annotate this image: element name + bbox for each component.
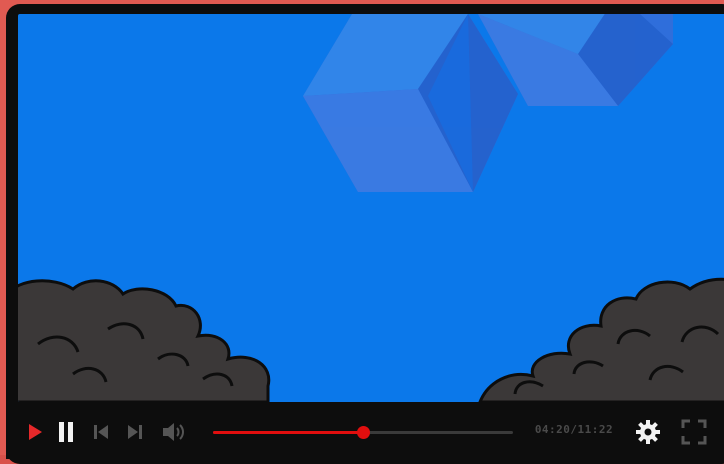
previous-button[interactable] (90, 421, 112, 443)
gear-icon (636, 420, 660, 444)
play-button[interactable] (24, 421, 46, 443)
progress-bar[interactable] (213, 426, 513, 439)
skip-previous-icon (94, 425, 108, 439)
volume-button[interactable] (160, 419, 188, 445)
play-icon (29, 424, 42, 440)
video-frame-artwork (18, 14, 724, 402)
skip-next-icon (128, 425, 142, 439)
next-button[interactable] (124, 421, 146, 443)
pause-button[interactable] (55, 420, 77, 444)
smoke-cloud-right (478, 277, 724, 402)
control-bar: 04:20/11:22 (6, 404, 724, 459)
settings-button[interactable] (634, 418, 662, 446)
pause-icon (59, 422, 73, 442)
crystal-shape (303, 14, 518, 192)
progress-handle[interactable] (357, 426, 370, 439)
video-screen[interactable] (18, 14, 724, 402)
fullscreen-button[interactable] (680, 418, 708, 446)
fullscreen-icon (681, 419, 707, 445)
volume-icon (163, 423, 184, 441)
smoke-cloud-left (18, 279, 271, 402)
progress-fill (213, 431, 363, 434)
time-display: 04:20/11:22 (534, 423, 614, 436)
